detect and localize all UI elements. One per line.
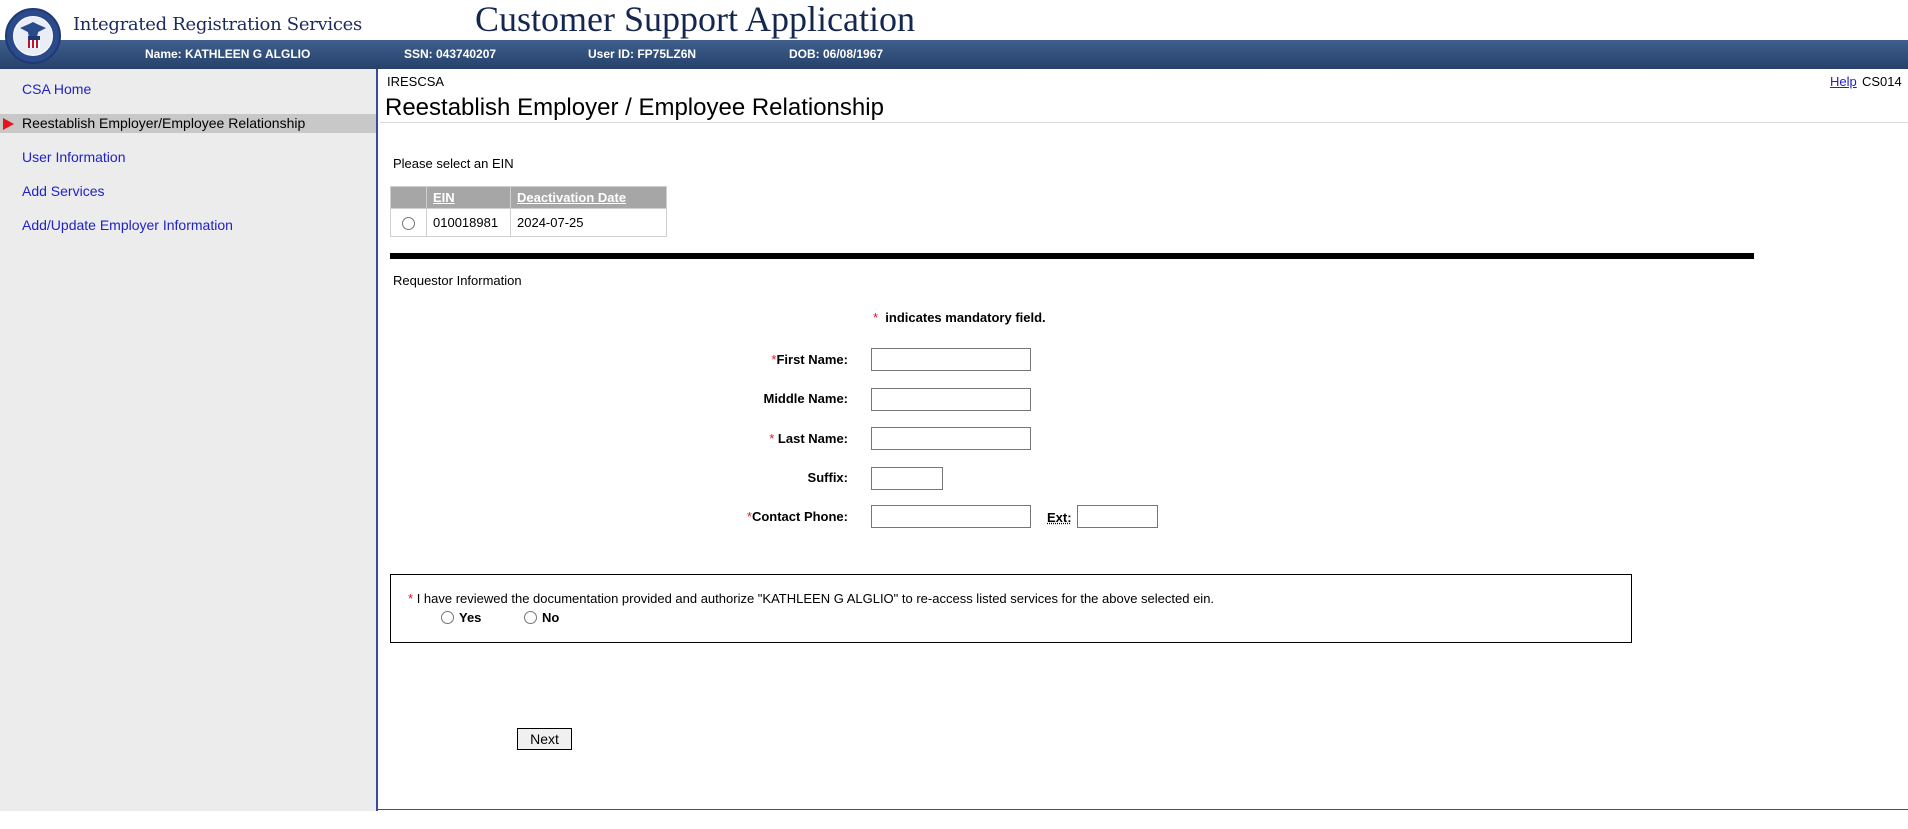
contact-phone-label-text: Contact Phone:: [751, 509, 848, 524]
ext-input[interactable]: [1077, 505, 1158, 528]
table-header-deactivation-date[interactable]: Deactivation Date: [510, 186, 667, 209]
middle-name-input[interactable]: [871, 388, 1031, 411]
contact-phone-input[interactable]: [871, 505, 1031, 528]
page-title: Reestablish Employer / Employee Relation…: [385, 94, 884, 121]
current-page-arrow-icon: [3, 118, 14, 130]
first-name-input[interactable]: [871, 348, 1031, 371]
ein-cell: 010018981: [426, 208, 511, 237]
authorization-statement: I have reviewed the documentation provid…: [416, 591, 1215, 606]
table-row: 010018981 2024-07-25: [390, 208, 667, 237]
bottom-divider: [378, 809, 1908, 810]
authorize-no-option[interactable]: No: [524, 610, 559, 625]
table-header-row: EIN Deactivation Date: [390, 186, 667, 209]
middle-name-label: Middle Name:: [763, 391, 848, 406]
mandatory-note-text: indicates mandatory field.: [885, 310, 1046, 325]
ein-select-prompt: Please select an EIN: [393, 156, 514, 171]
user-id: User ID: FP75LZ6N: [588, 47, 697, 61]
user-ssn: SSN: 043740207: [404, 47, 497, 61]
screen-id: CS014: [1862, 74, 1902, 89]
contact-phone-label: *Contact Phone:: [648, 509, 848, 524]
sidebar-nav: CSA Home Reestablish Employer/Employee R…: [0, 69, 378, 811]
table-header-ein[interactable]: EIN: [426, 186, 511, 209]
ein-select-cell: [390, 208, 427, 237]
next-button[interactable]: Next: [517, 728, 572, 750]
authorize-no-label: No: [542, 610, 560, 625]
authorization-box: * I have reviewed the documentation prov…: [390, 574, 1632, 643]
last-name-label: * Last Name:: [648, 431, 848, 446]
authorize-yes-option[interactable]: Yes: [441, 610, 481, 625]
required-star: *: [408, 591, 414, 606]
suffix-label: Suffix:: [807, 470, 848, 485]
app-title: Customer Support Application: [475, 0, 915, 39]
ein-select-radio[interactable]: [402, 217, 415, 231]
suffix-input[interactable]: [871, 467, 943, 490]
user-name: Name: KATHLEEN G ALGLIO: [145, 47, 311, 61]
first-name-label-text: First Name:: [776, 352, 848, 367]
user-dob: DOB: 06/08/1967: [789, 47, 884, 61]
table-header-select: [390, 186, 427, 209]
authorize-yes-label: Yes: [459, 610, 482, 625]
ext-label: Ext:: [1047, 510, 1072, 525]
help-link[interactable]: Help: [1830, 74, 1857, 89]
sidebar-item-add-services[interactable]: Add Services: [0, 182, 376, 201]
last-name-label-text: Last Name:: [777, 431, 848, 446]
sidebar-item-reestablish-relationship[interactable]: Reestablish Employer/Employee Relationsh…: [0, 114, 376, 133]
page-code: IRESCSA: [387, 74, 445, 89]
authorize-yes-radio[interactable]: [441, 611, 454, 624]
required-star: *: [769, 431, 775, 446]
last-name-input[interactable]: [871, 427, 1031, 450]
ssa-seal-logo: [5, 8, 61, 64]
top-header: Integrated Registration Services Custome…: [0, 0, 1908, 40]
required-star: *: [873, 310, 879, 325]
authorization-text: * I have reviewed the documentation prov…: [408, 591, 1214, 606]
sidebar-item-label: Reestablish Employer/Employee Relationsh…: [22, 115, 306, 131]
authorize-no-radio[interactable]: [524, 611, 537, 624]
first-name-label: *First Name:: [648, 352, 848, 367]
ein-table: EIN Deactivation Date 010018981 2024-07-…: [390, 186, 667, 237]
shield-icon: [28, 36, 40, 48]
sidebar-item-csa-home[interactable]: CSA Home: [0, 80, 376, 99]
deactivation-date-cell: 2024-07-25: [510, 208, 667, 237]
user-info-bar: Name: KATHLEEN G ALGLIO SSN: 043740207 U…: [0, 40, 1908, 69]
brand-title: Integrated Registration Services: [73, 14, 362, 35]
mandatory-note: * indicates mandatory field.: [873, 310, 1046, 325]
sidebar-item-user-information[interactable]: User Information: [0, 148, 376, 167]
title-divider: [380, 122, 1908, 123]
requestor-heading: Requestor Information: [393, 273, 522, 288]
sidebar-item-add-update-employer[interactable]: Add/Update Employer Information: [0, 216, 376, 235]
section-divider: [390, 253, 1754, 259]
